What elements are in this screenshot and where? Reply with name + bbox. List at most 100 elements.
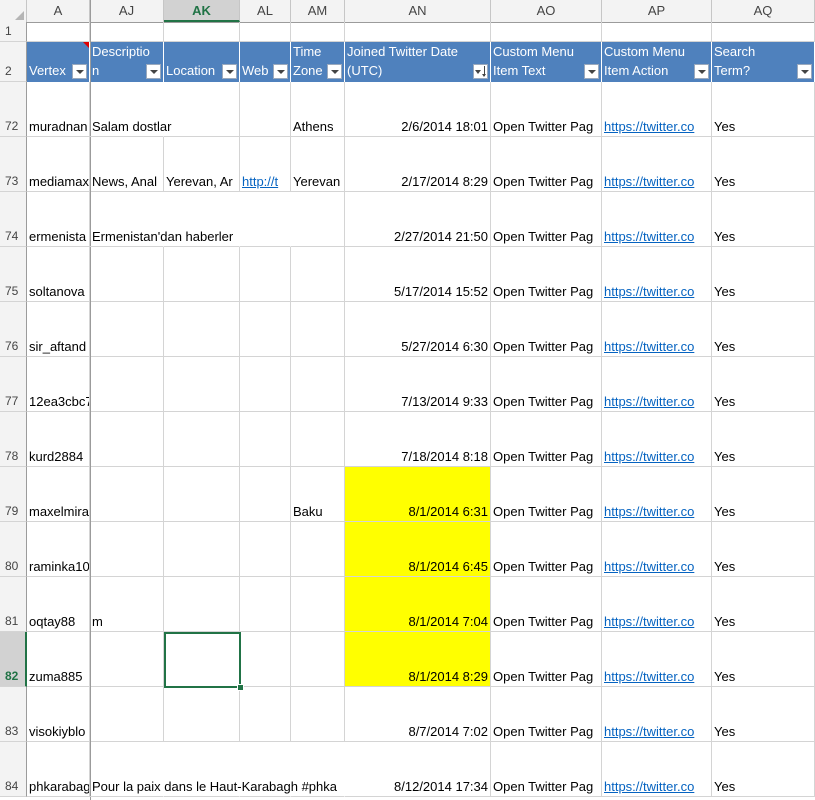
cell-description[interactable] — [90, 687, 164, 742]
cell-menu-item-action[interactable]: https://twitter.co — [602, 247, 712, 302]
cell-joined-date[interactable]: 8/7/2014 7:02 — [345, 687, 491, 742]
cell-description[interactable] — [90, 302, 164, 357]
cell-menu-item-text[interactable]: Open Twitter Pag — [491, 522, 602, 577]
row-header-75[interactable]: 75 — [0, 247, 27, 302]
empty-cell[interactable] — [491, 22, 602, 42]
empty-cell[interactable] — [345, 22, 491, 42]
empty-cell[interactable] — [291, 22, 345, 42]
cell-menu-item-text[interactable]: Open Twitter Pag — [491, 192, 602, 247]
cell-menu-item-action[interactable]: https://twitter.co — [602, 522, 712, 577]
cell-location[interactable] — [164, 247, 240, 302]
table-header-description[interactable]: Descriptio n — [90, 42, 164, 82]
cell-time-zone[interactable]: Athens — [291, 82, 345, 137]
table-header-location[interactable]: Location — [164, 42, 240, 82]
cell-time-zone[interactable] — [291, 357, 345, 412]
row-header-73[interactable]: 73 — [0, 137, 27, 192]
cell-menu-item-text[interactable]: Open Twitter Pag — [491, 302, 602, 357]
cell-joined-date[interactable]: 7/18/2014 8:18 — [345, 412, 491, 467]
cell-vertex[interactable]: zuma885 — [27, 632, 90, 687]
cell-vertex[interactable]: sir_aftand — [27, 302, 90, 357]
cell-time-zone[interactable] — [291, 192, 345, 247]
cell-menu-item-action[interactable]: https://twitter.co — [602, 302, 712, 357]
cell-tweeted-search-term[interactable]: Yes — [712, 302, 815, 357]
cell-joined-date[interactable]: 8/1/2014 7:04 — [345, 577, 491, 632]
column-header-an[interactable]: AN — [345, 0, 491, 22]
cell-tweeted-search-term[interactable]: Yes — [712, 577, 815, 632]
cell-description[interactable] — [90, 522, 164, 577]
cell-tweeted-search-term[interactable]: Yes — [712, 467, 815, 522]
cell-joined-date[interactable]: 7/13/2014 9:33 — [345, 357, 491, 412]
cell-description[interactable]: Pour la paix dans le Haut-Karabagh #phka — [90, 742, 337, 797]
cell-web[interactable] — [240, 247, 291, 302]
row-header-2[interactable]: 2 — [0, 42, 27, 82]
cell-menu-item-action[interactable]: https://twitter.co — [602, 467, 712, 522]
cell-location[interactable] — [164, 522, 240, 577]
cell-time-zone[interactable] — [291, 302, 345, 357]
row-header-74[interactable]: 74 — [0, 192, 27, 247]
active-cell-selection[interactable] — [164, 632, 241, 688]
row-header-80[interactable]: 80 — [0, 522, 27, 577]
cell-web[interactable] — [240, 302, 291, 357]
row-header-79[interactable]: 79 — [0, 467, 27, 522]
cell-vertex[interactable]: maxelmira — [27, 467, 90, 522]
cell-menu-item-action[interactable]: https://twitter.co — [602, 192, 712, 247]
cell-menu-item-action[interactable]: https://twitter.co — [602, 632, 712, 687]
cell-tweeted-search-term[interactable]: Yes — [712, 522, 815, 577]
cell-menu-item-text[interactable]: Open Twitter Pag — [491, 577, 602, 632]
cell-web[interactable] — [240, 412, 291, 467]
cell-time-zone[interactable] — [291, 632, 345, 687]
cell-description[interactable]: m — [90, 577, 164, 632]
cell-vertex[interactable]: raminka10 — [27, 522, 90, 577]
cell-menu-item-action[interactable]: https://twitter.co — [602, 137, 712, 192]
cell-vertex[interactable]: 12ea3cbc7 — [27, 357, 90, 412]
cell-menu-item-text[interactable]: Open Twitter Pag — [491, 247, 602, 302]
cell-tweeted-search-term[interactable]: Yes — [712, 247, 815, 302]
cell-tweeted-search-term[interactable]: Yes — [712, 357, 815, 412]
filter-dropdown-icon[interactable] — [222, 64, 237, 79]
cell-tweeted-search-term[interactable]: Yes — [712, 632, 815, 687]
cell-time-zone[interactable] — [291, 687, 345, 742]
cell-description[interactable] — [90, 247, 164, 302]
column-header-al[interactable]: AL — [240, 0, 291, 22]
row-header-78[interactable]: 78 — [0, 412, 27, 467]
cell-vertex[interactable]: muradnan — [27, 82, 90, 137]
cell-joined-date[interactable]: 5/17/2014 15:52 — [345, 247, 491, 302]
cell-location[interactable]: Yerevan, Ar — [164, 137, 240, 192]
cell-menu-item-text[interactable]: Open Twitter Pag — [491, 632, 602, 687]
cell-menu-item-text[interactable]: Open Twitter Pag — [491, 467, 602, 522]
cell-menu-item-text[interactable]: Open Twitter Pag — [491, 357, 602, 412]
cell-description[interactable]: Salam dostlar — [90, 82, 171, 137]
select-all-button[interactable] — [0, 0, 27, 22]
cell-time-zone[interactable] — [291, 522, 345, 577]
filter-dropdown-icon[interactable] — [694, 64, 709, 79]
empty-cell[interactable] — [712, 22, 815, 42]
sort-filter-dropdown-icon[interactable] — [473, 64, 488, 79]
table-header-menu-item-action[interactable]: Custom Menu Item Action — [602, 42, 712, 82]
filter-dropdown-icon[interactable] — [584, 64, 599, 79]
cell-time-zone[interactable]: Yerevan — [291, 137, 345, 192]
cell-vertex[interactable]: ermenista — [27, 192, 90, 247]
cell-joined-date[interactable]: 2/27/2014 21:50 — [345, 192, 491, 247]
empty-cell[interactable] — [602, 22, 712, 42]
cell-menu-item-text[interactable]: Open Twitter Pag — [491, 687, 602, 742]
cell-time-zone[interactable]: Baku — [291, 467, 345, 522]
row-header-84[interactable]: 84 — [0, 742, 27, 797]
row-header-76[interactable]: 76 — [0, 302, 27, 357]
table-header-time-zone[interactable]: Time Zone — [291, 42, 345, 82]
table-header-tweeted-search-term[interactable]: Tweeted Search Term? — [712, 42, 815, 82]
row-header-83[interactable]: 83 — [0, 687, 27, 742]
cell-joined-date[interactable]: 8/1/2014 6:31 — [345, 467, 491, 522]
cell-description[interactable] — [90, 357, 164, 412]
column-header-ap[interactable]: AP — [602, 0, 712, 22]
cell-menu-item-text[interactable]: Open Twitter Pag — [491, 742, 602, 797]
empty-cell[interactable] — [90, 22, 164, 42]
cell-description[interactable] — [90, 412, 164, 467]
empty-cell[interactable] — [27, 22, 90, 42]
cell-vertex[interactable]: kurd2884 — [27, 412, 90, 467]
cell-time-zone[interactable] — [291, 412, 345, 467]
filter-dropdown-icon[interactable] — [72, 64, 87, 79]
cell-joined-date[interactable]: 8/1/2014 6:45 — [345, 522, 491, 577]
filter-dropdown-icon[interactable] — [327, 64, 342, 79]
cell-tweeted-search-term[interactable]: Yes — [712, 192, 815, 247]
column-header-aj[interactable]: AJ — [90, 0, 164, 22]
